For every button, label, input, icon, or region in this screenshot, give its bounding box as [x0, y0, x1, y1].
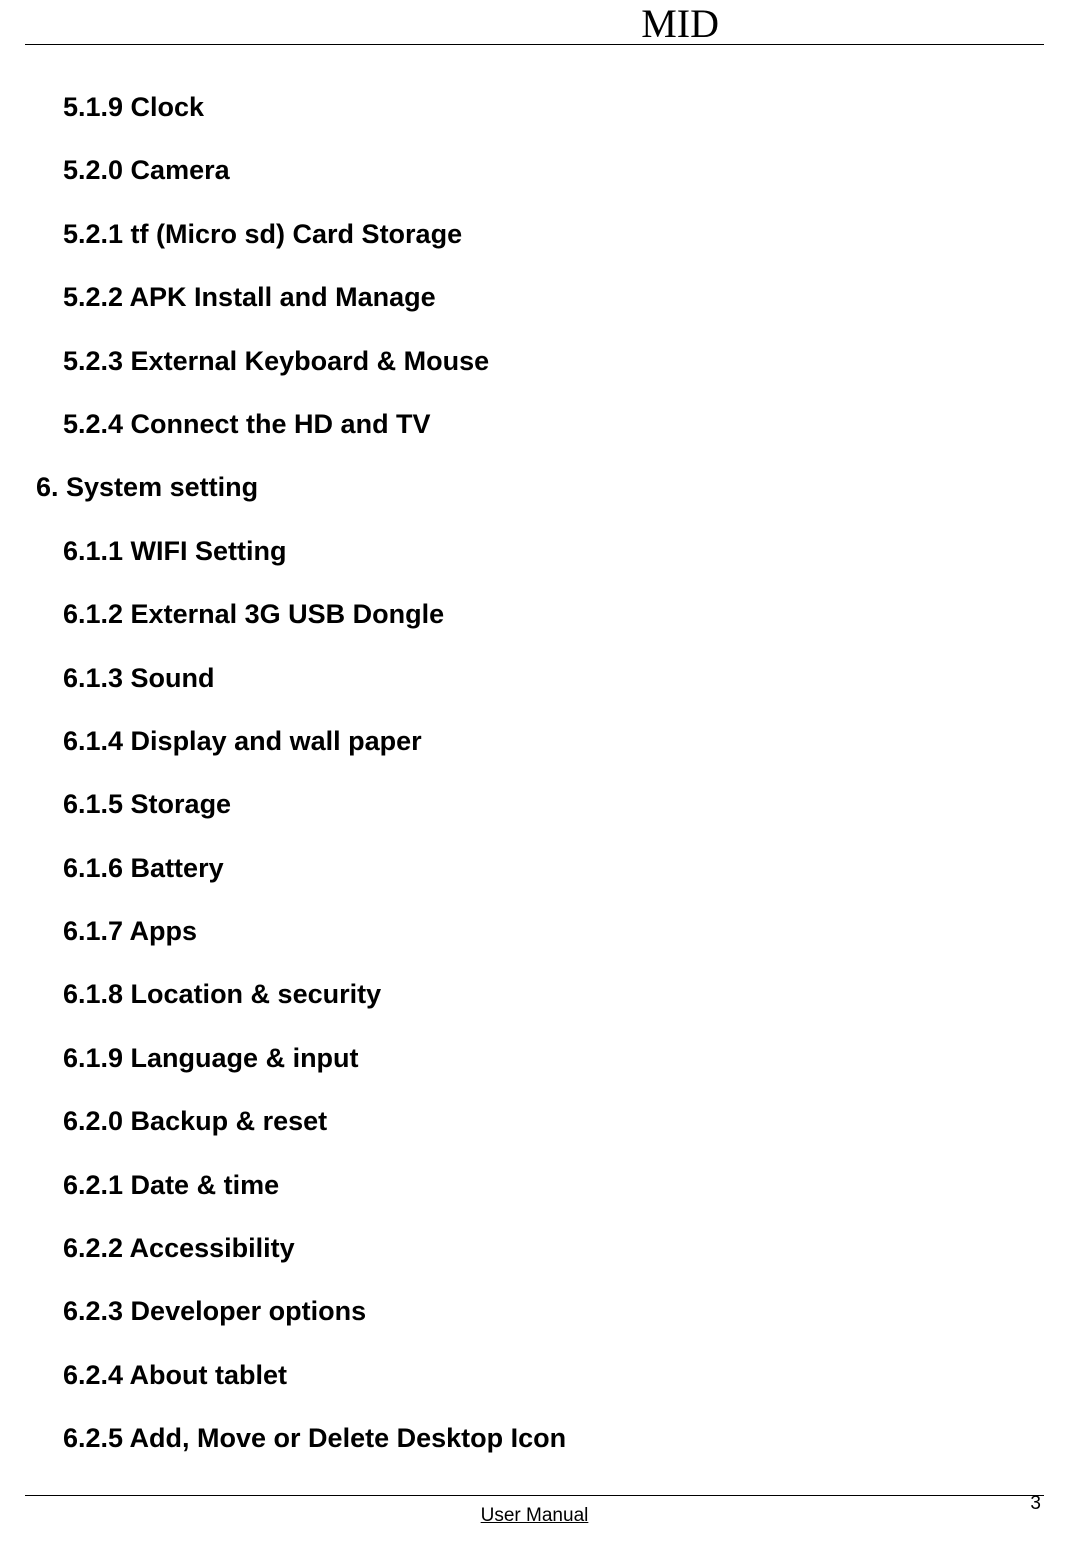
toc-entry: 6.1.2 External 3G USB Dongle: [63, 598, 1033, 630]
toc-entry: 6.2.2 Accessibility: [63, 1232, 1033, 1264]
top-rule: [25, 44, 1044, 45]
toc-entry: 5.1.9 Clock: [63, 91, 1033, 123]
toc-entry: 6.2.3 Developer options: [63, 1295, 1033, 1327]
toc-entry: 6.1.4 Display and wall paper: [63, 725, 1033, 757]
bottom-rule: [25, 1495, 1044, 1496]
toc-entry: 6.2.1 Date & time: [63, 1169, 1033, 1201]
toc-entry: 6.1.8 Location & security: [63, 978, 1033, 1010]
toc-entry: 6.2.5 Add, Move or Delete Desktop Icon: [63, 1422, 1033, 1454]
page-number: 3: [1030, 1493, 1041, 1515]
toc-entry: 6.2.0 Backup & reset: [63, 1105, 1033, 1137]
header-title: MID: [641, 0, 719, 47]
toc-content: 5.1.9 Clock 5.2.0 Camera 5.2.1 tf (Micro…: [36, 60, 1033, 1455]
toc-entry: 5.2.4 Connect the HD and TV: [63, 408, 1033, 440]
toc-entry: 5.2.3 External Keyboard & Mouse: [63, 345, 1033, 377]
toc-entry: 6.1.3 Sound: [63, 662, 1033, 694]
toc-entry: 6.2.4 About tablet: [63, 1359, 1033, 1391]
toc-entry: 5.2.0 Camera: [63, 154, 1033, 186]
toc-section-heading: 6. System setting: [36, 471, 1033, 503]
toc-entry: 6.1.9 Language & input: [63, 1042, 1033, 1074]
toc-entry: 6.1.7 Apps: [63, 915, 1033, 947]
footer-label: User Manual: [0, 1505, 1069, 1527]
toc-entry: 6.1.5 Storage: [63, 788, 1033, 820]
toc-entry: 6.1.1 WIFI Setting: [63, 535, 1033, 567]
toc-entry: 5.2.1 tf (Micro sd) Card Storage: [63, 218, 1033, 250]
toc-entry: 6.1.6 Battery: [63, 852, 1033, 884]
toc-entry: 5.2.2 APK Install and Manage: [63, 281, 1033, 313]
